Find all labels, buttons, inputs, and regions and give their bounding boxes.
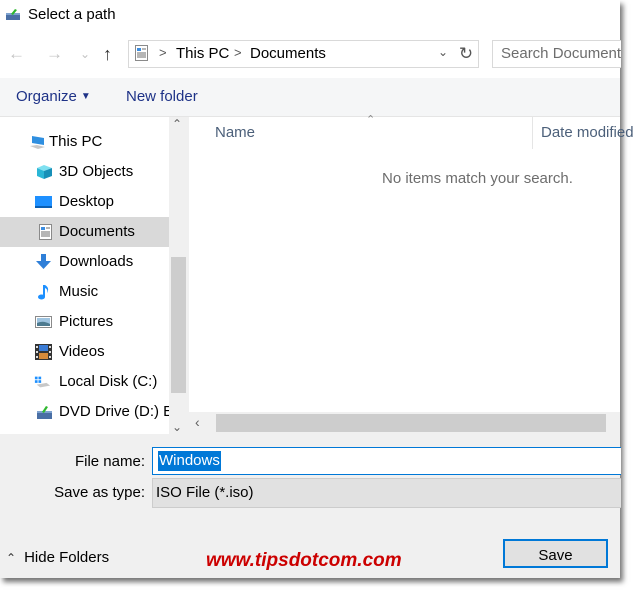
sidebar-item-dvd-drive[interactable]: DVD Drive (D:) E bbox=[0, 397, 169, 427]
sidebar-item-pictures[interactable]: Pictures bbox=[0, 307, 169, 337]
sidebar-item-label: Pictures bbox=[59, 313, 114, 330]
hard-drive-icon bbox=[34, 376, 51, 388]
scroll-up-button[interactable]: ⌃ bbox=[172, 117, 182, 131]
navigation-bar: ← → ⌄ ↑ > This PC > Documents ⌄ ↻ bbox=[0, 32, 621, 78]
breadcrumb-this-pc[interactable]: This PC bbox=[176, 45, 229, 62]
sidebar-item-label: Downloads bbox=[59, 253, 134, 270]
organize-button[interactable]: Organize ▼ bbox=[16, 88, 91, 105]
file-list-pane: ⌃ Name Date modified No items match your… bbox=[189, 114, 634, 412]
breadcrumb-documents[interactable]: Documents bbox=[250, 45, 326, 62]
desktop-icon bbox=[35, 196, 52, 208]
sidebar-item-downloads[interactable]: Downloads bbox=[0, 247, 169, 277]
dvd-drive-icon bbox=[37, 406, 52, 419]
save-as-type-select[interactable]: ISO File (*.iso) bbox=[152, 478, 621, 508]
documents-icon bbox=[39, 224, 52, 240]
search-input[interactable] bbox=[493, 41, 621, 65]
column-header-name[interactable]: Name bbox=[215, 124, 255, 141]
save-as-type-label: Save as type: bbox=[54, 484, 145, 501]
sidebar-item-this-pc[interactable]: This PC bbox=[0, 127, 169, 157]
sidebar-item-label: Music bbox=[59, 283, 99, 300]
save-button[interactable]: Save bbox=[503, 539, 608, 568]
recent-locations-button[interactable]: ⌄ bbox=[80, 44, 90, 64]
hide-folders-button[interactable]: ⌃ Hide Folders bbox=[6, 549, 109, 566]
chevron-up-icon: ⌃ bbox=[6, 551, 17, 565]
refresh-button[interactable]: ↻ bbox=[454, 40, 479, 68]
arrow-up-icon: ↑ bbox=[103, 44, 112, 64]
film-strip-icon bbox=[35, 344, 52, 360]
sidebar-item-local-disk[interactable]: Local Disk (C:) bbox=[0, 367, 169, 397]
sort-ascending-icon: ⌃ bbox=[366, 114, 376, 126]
arrow-left-icon: ← bbox=[8, 44, 25, 63]
sidebar-item-desktop[interactable]: Desktop bbox=[0, 187, 169, 217]
empty-list-message: No items match your search. bbox=[382, 170, 573, 187]
sidebar-item-documents[interactable]: Documents bbox=[0, 217, 169, 247]
watermark-text: www.tipsdotcom.com bbox=[206, 550, 402, 571]
back-button[interactable]: ← bbox=[8, 44, 25, 64]
caret-down-icon: ▼ bbox=[80, 91, 91, 102]
navigation-pane-scrollbar[interactable]: ⌃ ⌄ bbox=[169, 117, 188, 434]
command-toolbar: Organize ▼ New folder bbox=[0, 78, 620, 117]
file-name-value[interactable]: Windows bbox=[158, 451, 221, 471]
music-note-icon bbox=[38, 285, 49, 300]
column-divider[interactable] bbox=[532, 117, 533, 149]
file-list-horizontal-scrollbar[interactable]: ‹ bbox=[189, 412, 620, 434]
window-title: Select a path bbox=[28, 6, 116, 23]
sidebar-item-label: Local Disk (C:) bbox=[59, 373, 158, 390]
scrollbar-thumb[interactable] bbox=[171, 257, 186, 393]
column-header-date-modified[interactable]: Date modified bbox=[541, 124, 634, 141]
scroll-down-button[interactable]: ⌄ bbox=[172, 420, 182, 434]
documents-icon bbox=[135, 45, 148, 61]
sidebar-item-label: 3D Objects bbox=[59, 163, 134, 180]
sidebar-item-label: This PC bbox=[49, 133, 103, 150]
file-name-input[interactable]: Windows bbox=[152, 447, 621, 475]
cube-icon bbox=[37, 165, 52, 179]
sidebar-item-music[interactable]: Music bbox=[0, 277, 169, 307]
navigation-pane: This PC 3D Objects Desktop Documents Dow… bbox=[0, 117, 169, 434]
sidebar-item-label: Videos bbox=[59, 343, 105, 360]
sidebar-item-label: DVD Drive (D:) E bbox=[59, 403, 169, 420]
computer-icon bbox=[30, 136, 45, 149]
arrow-right-icon: → bbox=[46, 44, 63, 63]
forward-button[interactable]: → bbox=[46, 44, 63, 64]
scroll-left-button[interactable]: ‹ bbox=[195, 414, 200, 430]
refresh-icon: ↻ bbox=[458, 44, 474, 63]
breadcrumb-separator[interactable]: > bbox=[159, 45, 167, 60]
chevron-down-icon: ⌄ bbox=[80, 47, 91, 61]
address-bar[interactable]: > This PC > Documents ⌄ bbox=[128, 40, 455, 68]
sidebar-item-label: Desktop bbox=[59, 193, 115, 210]
address-dropdown-button[interactable]: ⌄ bbox=[438, 45, 448, 59]
pictures-icon bbox=[35, 316, 52, 328]
title-bar: Select a path bbox=[0, 0, 620, 32]
sidebar-item-label: Documents bbox=[59, 223, 135, 240]
hide-folders-label: Hide Folders bbox=[24, 549, 110, 566]
file-name-label: File name: bbox=[74, 453, 145, 470]
disc-burn-icon bbox=[6, 9, 20, 20]
new-folder-button[interactable]: New folder bbox=[126, 88, 198, 105]
organize-label: Organize bbox=[16, 88, 77, 105]
scrollbar-thumb[interactable] bbox=[216, 414, 606, 432]
save-dialog: Select a path ← → ⌄ ↑ > This PC > Docume… bbox=[0, 0, 634, 578]
breadcrumb-separator[interactable]: > bbox=[234, 45, 242, 60]
up-button[interactable]: ↑ bbox=[103, 44, 112, 64]
search-box[interactable] bbox=[492, 40, 621, 68]
sidebar-item-videos[interactable]: Videos bbox=[0, 337, 169, 367]
save-as-type-value: ISO File (*.iso) bbox=[156, 484, 254, 501]
download-arrow-icon bbox=[36, 254, 51, 269]
sidebar-item-3d-objects[interactable]: 3D Objects bbox=[0, 157, 169, 187]
